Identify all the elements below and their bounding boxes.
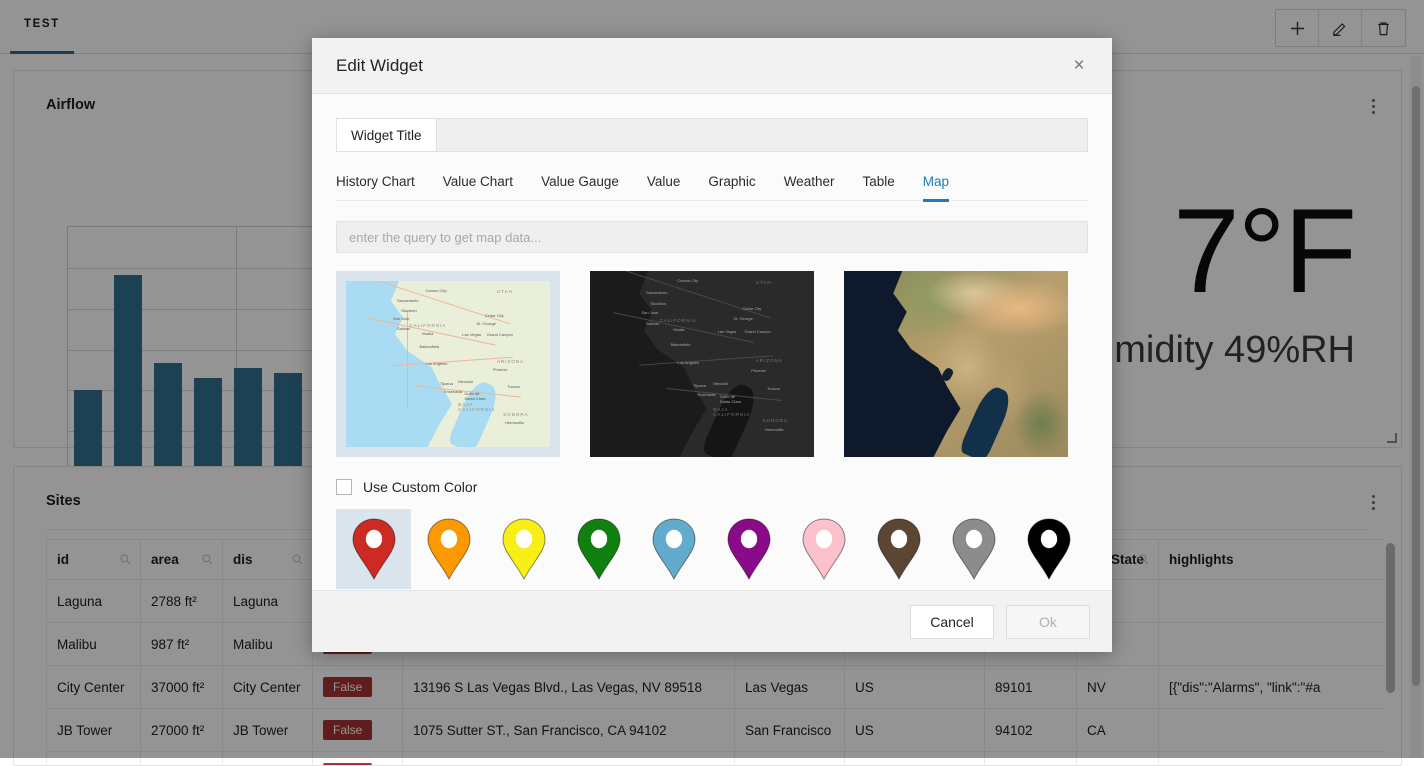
pin-color-purple[interactable] <box>711 509 786 589</box>
tab-graphic[interactable]: Graphic <box>694 174 769 200</box>
map-pin-icon <box>951 518 997 580</box>
map-query-input[interactable] <box>336 221 1088 253</box>
widget-type-tabs: History ChartValue ChartValue GaugeValue… <box>336 174 1088 201</box>
map-style-satellite[interactable] <box>844 271 1068 457</box>
close-icon[interactable]: × <box>1066 53 1092 79</box>
gulf-area <box>958 384 1015 457</box>
map-pin-icon <box>726 518 772 580</box>
map-pin-icon <box>426 518 472 580</box>
dialog-footer: Cancel Ok <box>312 590 1112 652</box>
edit-widget-dialog: Edit Widget × Widget Title History Chart… <box>312 38 1112 652</box>
ocean-area <box>844 271 1068 457</box>
map-pin-icon <box>351 518 397 580</box>
dialog-header: Edit Widget × <box>312 38 1112 94</box>
use-custom-color-row: Use Custom Color <box>336 479 1088 495</box>
map-style-options: Carson City Sacramento Stockton San Jose… <box>336 271 1088 457</box>
pin-color-yellow[interactable] <box>486 509 561 589</box>
tab-weather[interactable]: Weather <box>770 174 849 200</box>
map-style-dark[interactable]: Carson City Sacramento Stockton San Jose… <box>590 271 814 457</box>
tab-map[interactable]: Map <box>909 174 963 200</box>
pin-color-green[interactable] <box>561 509 636 589</box>
pin-color-swatches <box>336 509 1088 589</box>
tab-value-gauge[interactable]: Value Gauge <box>527 174 633 200</box>
tab-table[interactable]: Table <box>848 174 908 200</box>
map-style-roadmap[interactable]: Carson City Sacramento Stockton San Jose… <box>336 271 560 457</box>
tab-history-chart[interactable]: History Chart <box>336 174 429 200</box>
pin-color-brown[interactable] <box>861 509 936 589</box>
pin-color-blue[interactable] <box>636 509 711 589</box>
widget-title-label: Widget Title <box>337 119 437 151</box>
widget-title-field-group: Widget Title <box>336 118 1088 152</box>
satellite-thumbnail <box>844 271 1068 457</box>
map-pin-icon <box>576 518 622 580</box>
tab-value-chart[interactable]: Value Chart <box>429 174 527 200</box>
status-badge: False <box>323 763 372 765</box>
pin-color-black[interactable] <box>1011 509 1086 589</box>
map-pin-icon <box>1026 518 1072 580</box>
cancel-button[interactable]: Cancel <box>910 605 994 639</box>
pin-color-red[interactable] <box>336 509 411 589</box>
map-pin-icon <box>876 518 922 580</box>
dialog-body: Widget Title History ChartValue ChartVal… <box>312 94 1112 590</box>
use-custom-color-checkbox[interactable] <box>336 479 352 495</box>
ok-button[interactable]: Ok <box>1006 605 1090 639</box>
dark-thumbnail: Carson City Sacramento Stockton San Jose… <box>590 271 814 457</box>
pin-color-gray[interactable] <box>936 509 1011 589</box>
dialog-title: Edit Widget <box>336 56 423 76</box>
widget-title-input[interactable] <box>437 119 1087 151</box>
pin-color-pink[interactable] <box>786 509 861 589</box>
use-custom-color-label: Use Custom Color <box>363 479 477 495</box>
map-pin-icon <box>801 518 847 580</box>
roadmap-thumbnail: Carson City Sacramento Stockton San Jose… <box>346 281 550 447</box>
map-pin-icon <box>501 518 547 580</box>
tab-value[interactable]: Value <box>633 174 695 200</box>
pin-color-orange[interactable] <box>411 509 486 589</box>
map-pin-icon <box>651 518 697 580</box>
